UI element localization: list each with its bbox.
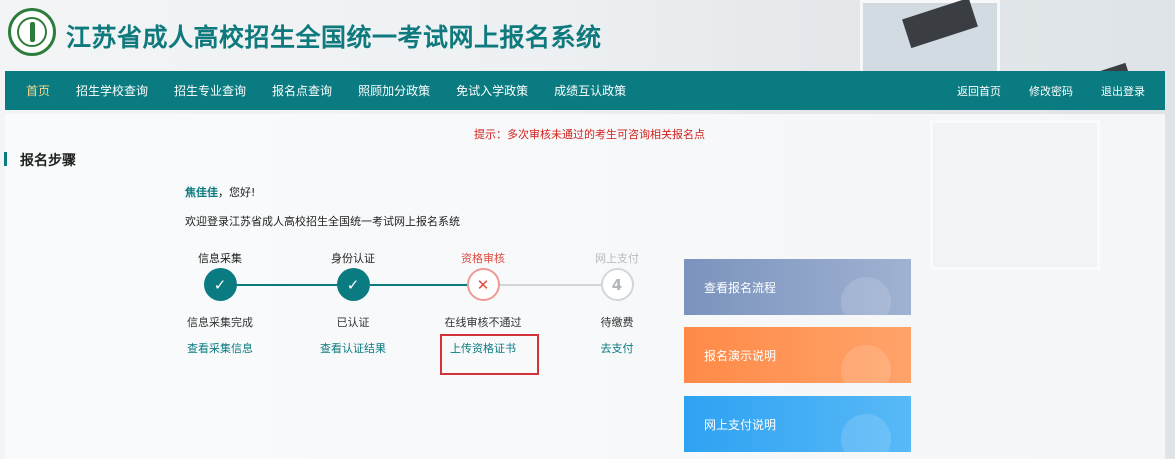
nav-exempt-policy[interactable]: 免试入学政策	[443, 82, 541, 99]
step-label: 信息采集	[198, 252, 242, 265]
cross-icon: ✕	[466, 268, 500, 301]
step-label: 网上支付	[595, 252, 639, 265]
check-icon: ✓	[203, 268, 237, 301]
nav-school-query[interactable]: 招生学校查询	[63, 82, 161, 99]
card-decoration	[841, 345, 891, 383]
main-nav: 首页 招生学校查询 招生专业查询 报名点查询 照顾加分政策 免试入学政策 成绩互…	[5, 71, 1165, 110]
section-title: 报名步骤	[4, 150, 76, 170]
site-title: 江苏省成人高校招生全国统一考试网上报名系统	[66, 23, 602, 52]
step-identity: 身份认证 ✓ 已认证 查看认证结果	[303, 250, 403, 356]
nav-score-policy[interactable]: 成绩互认政策	[541, 82, 639, 99]
logo-icon	[8, 8, 56, 56]
go-pay-link[interactable]: 去支付	[567, 340, 667, 356]
steps-progress: 信息采集 ✓ 信息采集完成 查看采集信息 身份认证 ✓ 已认证 查看认证结果 资…	[170, 250, 670, 360]
nav-major-query[interactable]: 招生专业查询	[161, 82, 259, 99]
nav-site-query[interactable]: 报名点查询	[259, 82, 345, 99]
step-number-icon: 4	[600, 268, 634, 301]
step-status: 待缴费	[600, 316, 634, 329]
check-icon: ✓	[336, 268, 370, 301]
welcome-text: 欢迎登录江苏省成人高校招生全国统一考试网上报名系统	[185, 215, 460, 228]
card-label: 网上支付说明	[704, 417, 777, 432]
highlight-box	[440, 334, 539, 375]
step-payment: 网上支付 4 待缴费 去支付	[567, 250, 667, 356]
tip-text: 提示：多次审核未通过的考生可咨询相关报名点	[474, 128, 705, 141]
greeting: 焦佳佳，您好!	[185, 184, 255, 200]
nav-change-password[interactable]: 修改密码	[1015, 83, 1087, 99]
card-decoration	[841, 414, 891, 452]
view-identity-link[interactable]: 查看认证结果	[303, 340, 403, 356]
nav-home[interactable]: 首页	[13, 82, 63, 99]
user-name: 焦佳佳	[185, 186, 218, 199]
step-status: 信息采集完成	[187, 316, 253, 329]
step-status: 已认证	[336, 316, 370, 329]
step-status: 在线审核不通过	[444, 316, 522, 329]
step-label: 身份认证	[331, 252, 375, 265]
card-label: 查看报名流程	[704, 280, 777, 295]
payment-guide-card[interactable]: 网上支付说明	[684, 396, 911, 452]
step-info-collection: 信息采集 ✓ 信息采集完成 查看采集信息	[170, 250, 270, 356]
nav-bonus-policy[interactable]: 照顾加分政策	[345, 82, 443, 99]
card-decoration	[841, 277, 891, 315]
site-header: 江苏省成人高校招生全国统一考试网上报名系统	[0, 0, 1175, 70]
view-collection-link[interactable]: 查看采集信息	[170, 340, 270, 356]
greeting-suffix: ，您好!	[218, 186, 256, 199]
view-process-card[interactable]: 查看报名流程	[684, 259, 911, 315]
card-label: 报名演示说明	[704, 348, 777, 363]
demo-guide-card[interactable]: 报名演示说明	[684, 327, 911, 383]
step-label: 资格审核	[461, 252, 505, 265]
nav-logout[interactable]: 退出登录	[1087, 83, 1159, 99]
nav-back-home[interactable]: 返回首页	[943, 83, 1015, 99]
